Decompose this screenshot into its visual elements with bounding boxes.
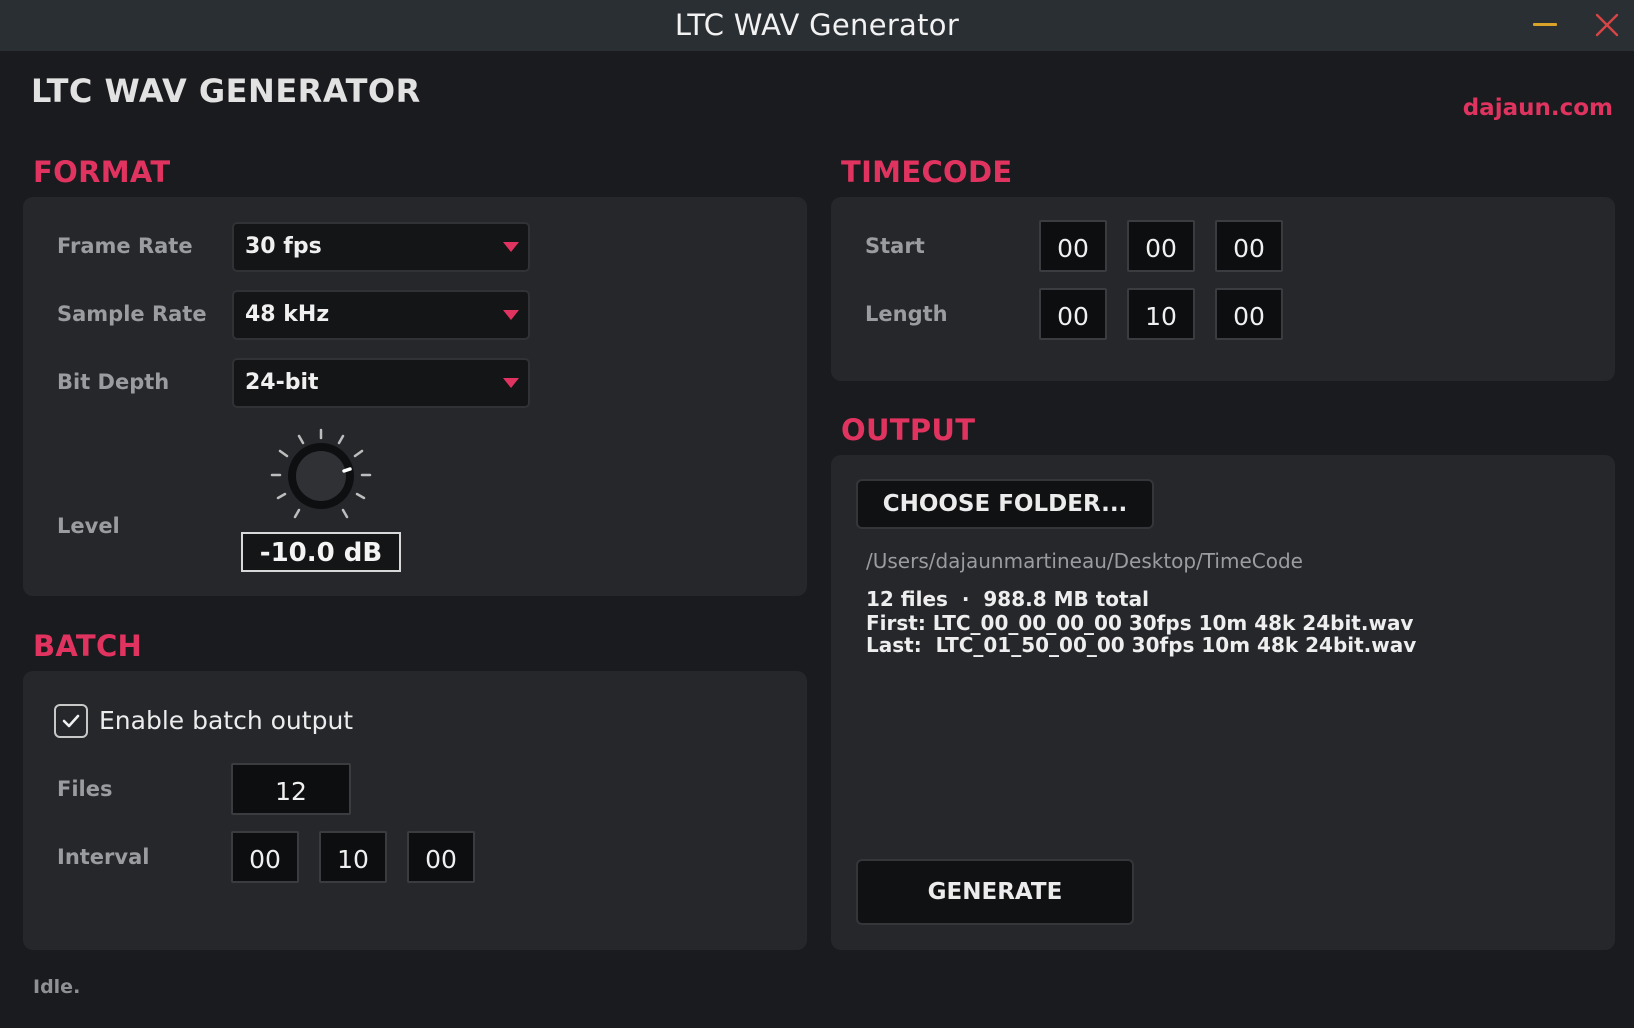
bit-depth-value: 24-bit: [245, 370, 319, 395]
title-bar: LTC WAV Generator: [0, 0, 1634, 51]
close-icon[interactable]: [1594, 12, 1620, 38]
format-section-title: FORMAT: [33, 155, 171, 189]
minimize-icon[interactable]: [1533, 23, 1557, 26]
start-minutes-field[interactable]: 00: [1127, 220, 1195, 272]
bit-depth-label: Bit Depth: [57, 370, 170, 394]
interval-minutes-field[interactable]: 10: [319, 831, 387, 883]
start-hours-field[interactable]: 00: [1039, 220, 1107, 272]
level-knob[interactable]: [268, 428, 374, 528]
checkmark-icon: [62, 714, 80, 728]
sample-rate-value: 48 kHz: [245, 302, 330, 327]
length-minutes-field[interactable]: 10: [1127, 288, 1195, 340]
output-last-file: Last: LTC_01_50_00_00 30fps 10m 48k 24bi…: [866, 633, 1417, 657]
knob-icon: [270, 428, 372, 519]
brand-link[interactable]: dajaun.com: [1463, 95, 1613, 121]
window-title: LTC WAV Generator: [674, 8, 960, 42]
output-summary: 12 files · 988.8 MB total: [866, 587, 1149, 611]
choose-folder-button[interactable]: CHOOSE FOLDER...: [856, 479, 1154, 529]
app-title: LTC WAV GENERATOR: [31, 72, 421, 110]
start-label: Start: [865, 234, 925, 258]
length-hours-field[interactable]: 00: [1039, 288, 1107, 340]
batch-section-title: BATCH: [33, 629, 143, 663]
bit-depth-dropdown[interactable]: 24-bit: [232, 358, 530, 408]
enable-batch-checkbox[interactable]: [54, 704, 88, 738]
frame-rate-value: 30 fps: [245, 234, 322, 259]
sample-rate-dropdown[interactable]: 48 kHz: [232, 290, 530, 340]
caret-down-icon: [503, 378, 519, 388]
length-label: Length: [865, 302, 948, 326]
generate-button[interactable]: GENERATE: [856, 859, 1134, 925]
level-value-field[interactable]: -10.0 dB: [241, 532, 401, 572]
interval-seconds-field[interactable]: 00: [407, 831, 475, 883]
output-section-title: OUTPUT: [841, 413, 976, 447]
output-first-file: First: LTC_00_00_00_00 30fps 10m 48k 24b…: [866, 611, 1414, 635]
length-seconds-field[interactable]: 00: [1215, 288, 1283, 340]
level-label: Level: [57, 514, 120, 538]
files-label: Files: [57, 777, 113, 801]
close-icon-glyph: [1595, 13, 1619, 37]
sample-rate-label: Sample Rate: [57, 302, 207, 326]
start-seconds-field[interactable]: 00: [1215, 220, 1283, 272]
enable-batch-label[interactable]: Enable batch output: [99, 704, 353, 738]
frame-rate-label: Frame Rate: [57, 234, 193, 258]
caret-down-icon: [503, 310, 519, 320]
caret-down-icon: [503, 242, 519, 252]
output-path: /Users/dajaunmartineau/Desktop/TimeCode: [866, 549, 1303, 573]
files-field[interactable]: 12: [231, 763, 351, 815]
interval-label: Interval: [57, 845, 150, 869]
status-text: Idle.: [33, 976, 81, 998]
interval-hours-field[interactable]: 00: [231, 831, 299, 883]
frame-rate-dropdown[interactable]: 30 fps: [232, 222, 530, 272]
timecode-section-title: TIMECODE: [841, 155, 1013, 189]
